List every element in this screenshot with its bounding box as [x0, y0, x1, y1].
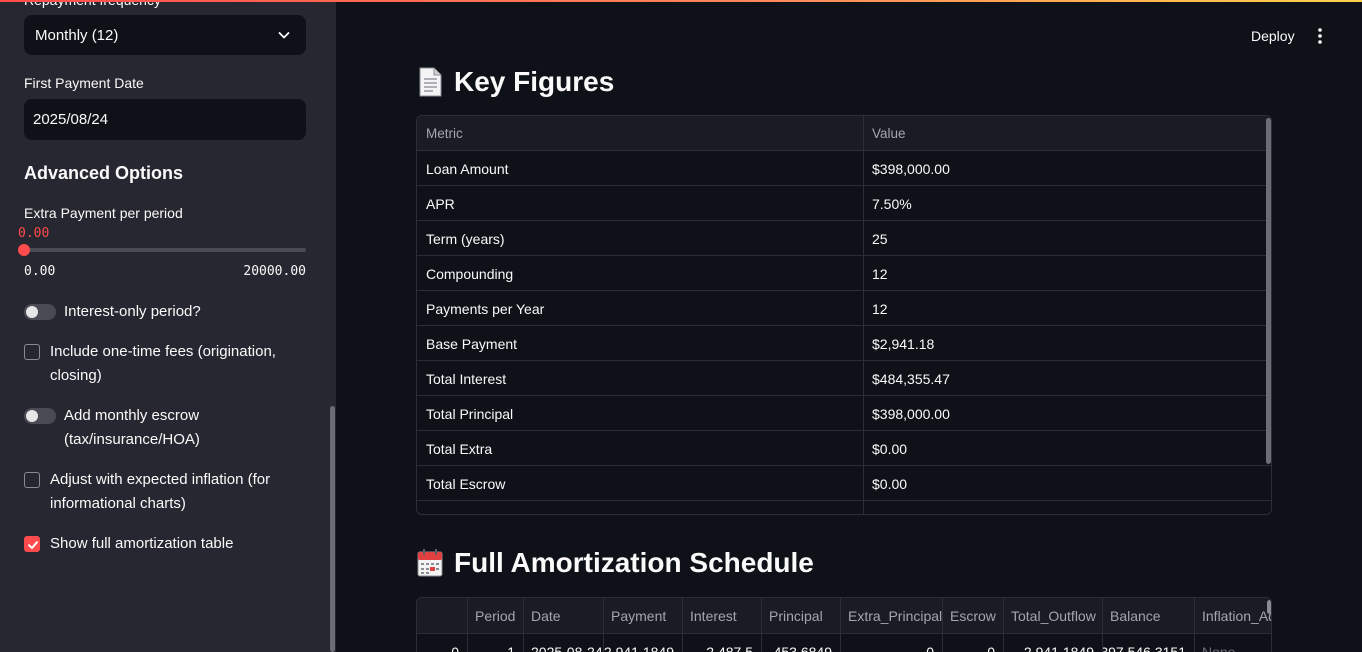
extra-payment-min: 0.00 — [24, 264, 56, 279]
column-header[interactable]: Metric — [417, 116, 864, 151]
balance-cell: 397,546.3151 — [1103, 634, 1195, 652]
table-row[interactable]: APR 7.50% — [417, 186, 1271, 221]
metric-cell: Loan Amount — [417, 151, 864, 186]
inflation-checkbox[interactable] — [24, 472, 40, 488]
table-scrollbar-thumb[interactable] — [1267, 600, 1271, 614]
table-row[interactable]: Payments per Year 12 — [417, 291, 1271, 326]
metric-cell: Total Extra — [417, 431, 864, 466]
interest-cell: 2,487.5 — [683, 634, 762, 652]
fees-checkbox[interactable] — [24, 344, 40, 360]
column-header[interactable]: Escrow — [943, 598, 1004, 634]
column-header[interactable]: Date — [524, 598, 604, 634]
table-scrollbar-thumb[interactable] — [1266, 118, 1271, 464]
extra-payment-slider-track[interactable] — [24, 248, 306, 252]
table-row-partial[interactable] — [417, 501, 1271, 514]
metric-cell: Total Interest — [417, 361, 864, 396]
table-row[interactable]: Total Principal $398,000.00 — [417, 396, 1271, 431]
extra-payment-slider-handle[interactable] — [18, 244, 30, 256]
metric-cell: Term (years) — [417, 221, 864, 256]
extra-payment-label: Extra Payment per period — [24, 205, 183, 221]
chevron-down-icon — [278, 32, 290, 39]
main-content: Deploy Key Figures Metric Value Loan Amo… — [336, 0, 1362, 652]
value-cell: 12 — [872, 265, 888, 282]
escrow-toggle[interactable] — [24, 408, 56, 424]
value-cell: $0.00 — [872, 475, 908, 492]
metric-cell — [417, 501, 864, 514]
deploy-button[interactable]: Deploy — [1251, 28, 1295, 44]
inflation-adj-cell: None — [1202, 644, 1236, 652]
key-figures-table[interactable]: Metric Value Loan Amount $398,000.00 APR… — [416, 115, 1272, 515]
payment-cell: 2,941.1849 — [604, 634, 683, 652]
metric-cell: Total Principal — [417, 396, 864, 431]
calendar-icon — [417, 549, 443, 577]
full-table-label: Show full amortization table — [50, 535, 234, 552]
table-row[interactable]: Total Interest $484,355.47 — [417, 361, 1271, 396]
column-header[interactable]: Inflation_Adj — [1195, 598, 1271, 634]
metric-cell: Payments per Year — [417, 291, 864, 326]
key-figures-heading: Key Figures — [416, 66, 614, 98]
metric-cell: Compounding — [417, 256, 864, 291]
column-header[interactable]: Total_Outflow — [1004, 598, 1103, 634]
metric-cell: APR — [417, 186, 864, 221]
row-index-cell: 0 — [417, 634, 468, 652]
column-header[interactable]: Period — [468, 598, 524, 634]
value-cell: 12 — [872, 300, 888, 317]
value-cell: 25 — [872, 230, 888, 247]
value-cell: 7.50% — [872, 195, 912, 212]
advanced-options-heading: Advanced Options — [24, 163, 184, 183]
index-header[interactable] — [417, 598, 468, 634]
repayment-frequency-value: Monthly (12) — [35, 26, 119, 44]
table-header-row: Period Date Payment Interest Principal E… — [417, 598, 1271, 634]
escrow-cell: 0 — [943, 634, 1004, 652]
column-header[interactable]: Payment — [604, 598, 683, 634]
column-header[interactable]: Balance — [1103, 598, 1195, 634]
metric-cell: Total Escrow — [417, 466, 864, 501]
column-header[interactable]: Extra_Principal — [841, 598, 943, 634]
first-payment-date-label: First Payment Date — [24, 75, 144, 91]
table-row[interactable]: 0 1 2025-08-24 2,941.1849 2,487.5 453.68… — [417, 634, 1271, 652]
principal-cell: 453.6849 — [762, 634, 841, 652]
table-row[interactable]: Total Extra $0.00 — [417, 431, 1271, 466]
total-outflow-cell: 2,941.1849 — [1004, 634, 1103, 652]
column-header[interactable]: Interest — [683, 598, 762, 634]
value-cell: $398,000.00 — [872, 405, 950, 422]
schedule-heading: Full Amortization Schedule — [416, 547, 814, 579]
table-row[interactable]: Total Escrow $0.00 — [417, 466, 1271, 501]
sidebar-scrollbar-thumb[interactable] — [330, 406, 335, 652]
checkmark-icon — [28, 541, 38, 549]
schedule-title: Full Amortization Schedule — [454, 547, 814, 578]
table-header-row: Metric Value — [417, 116, 1271, 151]
escrow-label: Add monthly escrow (tax/insurance/HOA) — [64, 407, 200, 448]
value-cell: $398,000.00 — [872, 160, 950, 177]
column-header[interactable]: Value — [864, 116, 1264, 151]
first-payment-date-input[interactable]: 2025/08/24 — [24, 99, 306, 140]
value-cell — [864, 501, 1264, 514]
value-cell: $484,355.47 — [872, 370, 950, 387]
column-header[interactable]: Principal — [762, 598, 841, 634]
schedule-table[interactable]: Period Date Payment Interest Principal E… — [416, 597, 1272, 652]
page-icon — [419, 67, 442, 97]
value-cell: $2,941.18 — [872, 335, 935, 352]
table-row[interactable]: Loan Amount $398,000.00 — [417, 151, 1271, 186]
interest-only-label: Interest-only period? — [64, 303, 201, 320]
extra-principal-cell: 0 — [841, 634, 943, 652]
table-row[interactable]: Compounding 12 — [417, 256, 1271, 291]
key-figures-title: Key Figures — [454, 66, 615, 97]
interest-only-toggle[interactable] — [24, 304, 56, 320]
top-decoration-bar — [0, 0, 1362, 2]
value-cell: $0.00 — [872, 440, 908, 457]
inflation-label: Adjust with expected inflation (for info… — [50, 471, 271, 512]
full-table-checkbox[interactable] — [24, 536, 40, 552]
fees-label: Include one-time fees (origination, clos… — [50, 343, 276, 384]
more-options-icon[interactable] — [1315, 27, 1325, 45]
metric-cell: Base Payment — [417, 326, 864, 361]
table-row[interactable]: Base Payment $2,941.18 — [417, 326, 1271, 361]
table-row[interactable]: Term (years) 25 — [417, 221, 1271, 256]
extra-payment-current-value: 0.00 — [18, 226, 50, 241]
repayment-frequency-select[interactable]: Monthly (12) — [24, 15, 306, 55]
sidebar: Repayment frequency Monthly (12) First P… — [0, 0, 336, 652]
period-cell: 1 — [468, 634, 524, 652]
date-cell: 2025-08-24 — [524, 634, 604, 652]
extra-payment-max: 20000.00 — [243, 264, 306, 279]
